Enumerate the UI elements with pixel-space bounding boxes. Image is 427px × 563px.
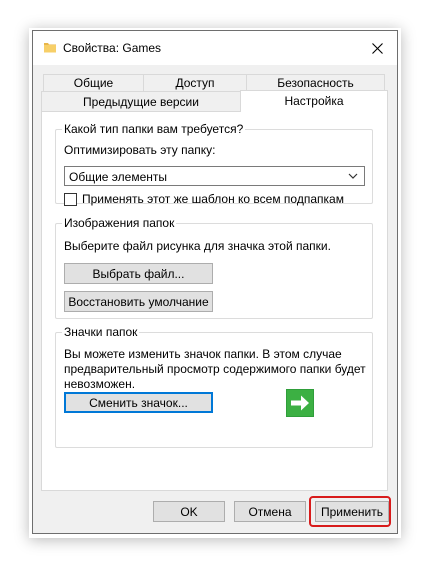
folder-type-legend: Какой тип папки вам требуется? <box>64 122 244 136</box>
folder-pictures-legend: Изображения папок <box>64 216 175 230</box>
optimize-label: Оптимизировать эту папку: <box>64 143 216 157</box>
apply-template-checkbox[interactable] <box>64 193 77 206</box>
restore-default-button[interactable]: Восстановить умолчание <box>64 291 213 312</box>
folder-icons-legend: Значки папок <box>64 325 138 339</box>
tab-previous-versions[interactable]: Предыдущие версии <box>41 91 241 111</box>
close-button[interactable] <box>357 31 397 65</box>
ok-button[interactable]: OK <box>153 501 225 522</box>
folder-icons-description-2: предварительный просмотр содержимого пап… <box>64 362 366 376</box>
green-arrow-right-icon <box>286 389 314 417</box>
choose-file-button[interactable]: Выбрать файл... <box>64 263 213 284</box>
folder-type-selected: Общие элементы <box>69 170 167 184</box>
change-icon-button[interactable]: Сменить значок... <box>64 392 213 413</box>
folder-type-dropdown[interactable]: Общие элементы <box>64 166 365 186</box>
tab-security[interactable]: Безопасность <box>246 74 385 91</box>
close-icon <box>371 42 383 54</box>
properties-dialog: Свойства: Games Общие Доступ Безопасност… <box>32 30 398 534</box>
apply-template-label[interactable]: Применять этот же шаблон ко всем подпапк… <box>82 192 344 206</box>
title-bar: Свойства: Games <box>33 31 397 65</box>
tab-customize[interactable]: Настройка <box>240 90 388 112</box>
cancel-button[interactable]: Отмена <box>234 501 306 522</box>
folder-icons-description-3: невозможен. <box>64 377 136 391</box>
chevron-down-icon <box>348 173 358 179</box>
window-title: Свойства: Games <box>63 41 162 55</box>
folder-icon <box>43 40 57 54</box>
tab-sharing[interactable]: Доступ <box>143 74 247 91</box>
folder-icons-description-1: Вы можете изменить значок папки. В этом … <box>64 347 342 361</box>
folder-pictures-description: Выберите файл рисунка для значка этой па… <box>64 239 331 253</box>
customize-panel: Какой тип папки вам требуется? Оптимизир… <box>41 111 388 491</box>
apply-button-highlight <box>309 496 391 527</box>
tab-general[interactable]: Общие <box>43 74 144 91</box>
